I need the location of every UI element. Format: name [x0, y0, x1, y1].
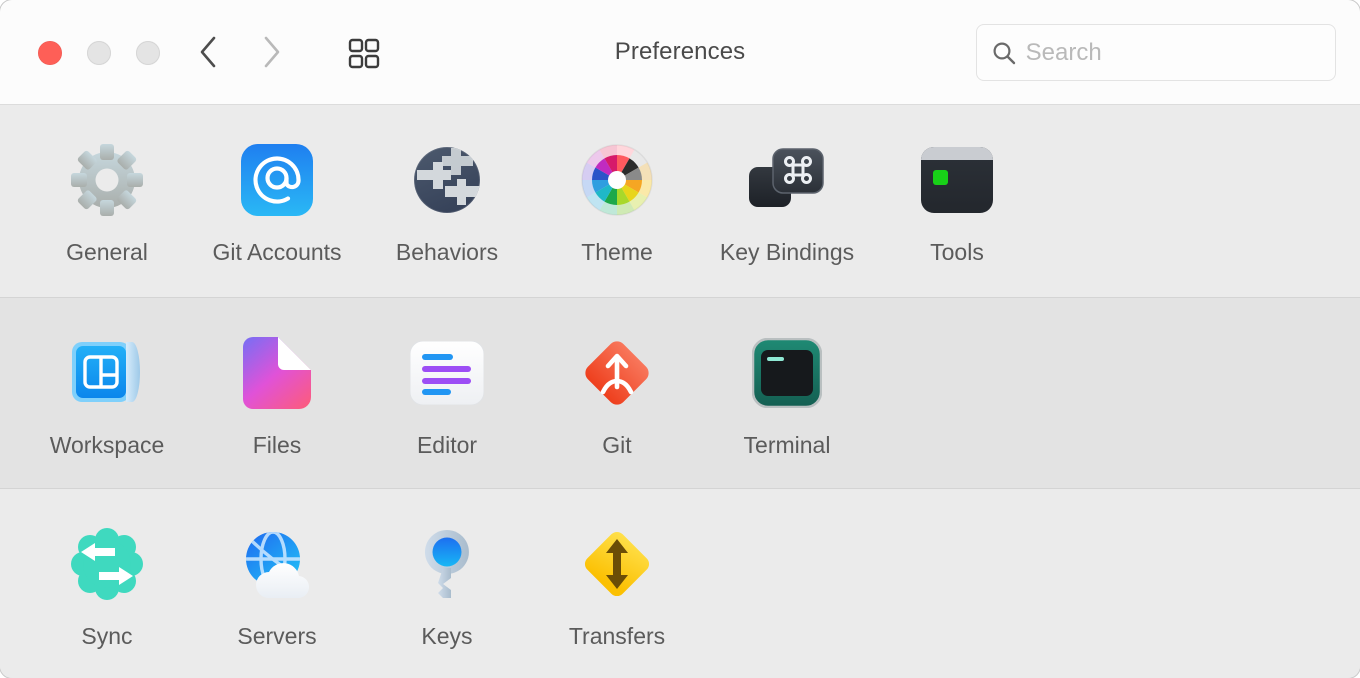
pref-item-git[interactable]: Git: [532, 330, 702, 459]
pref-item-sync[interactable]: Sync: [22, 521, 192, 650]
key-icon: [404, 521, 490, 607]
pref-item-label: General: [66, 239, 148, 265]
at-sign-icon: [234, 137, 320, 223]
pref-item-label: Tools: [930, 239, 984, 265]
pref-item-label: Theme: [581, 239, 653, 265]
pref-item-behaviors[interactable]: Behaviors: [362, 137, 532, 266]
pref-item-label: Workspace: [49, 432, 165, 458]
document-folded-icon: [234, 330, 320, 416]
pref-item-label: Transfers: [568, 623, 666, 649]
pref-item-label: Git Accounts: [212, 239, 342, 265]
pref-item-label: Behaviors: [395, 239, 499, 265]
pref-item-label: Files: [252, 432, 302, 458]
git-merge-diamond-icon: [574, 330, 660, 416]
pref-item-label: Servers: [237, 623, 317, 649]
pref-item-key-bindings[interactable]: Key Bindings: [702, 137, 872, 266]
sync-arrows-icon: [64, 521, 150, 607]
pref-item-servers[interactable]: Servers: [192, 521, 362, 650]
transfers-diamond-icon: [574, 521, 660, 607]
pref-item-editor[interactable]: Editor: [362, 330, 532, 459]
blueprint-layout-icon: [64, 330, 150, 416]
pref-item-label: Keys: [421, 623, 473, 649]
preferences-window: Preferences Search General Git Accounts …: [0, 0, 1360, 678]
preferences-row-2: Workspace Files Editor Git Terminal: [0, 297, 1360, 489]
pref-item-files[interactable]: Files: [192, 330, 362, 459]
search-icon: [991, 38, 1018, 68]
text-lines-icon: [404, 330, 490, 416]
pref-item-label: Terminal: [743, 432, 831, 458]
globe-gears-icon: [404, 137, 490, 223]
pref-item-general[interactable]: General: [22, 137, 192, 266]
pref-item-label: Editor: [416, 432, 478, 458]
preferences-row-1: General Git Accounts Behaviors Theme Key…: [0, 105, 1360, 297]
pref-item-keys[interactable]: Keys: [362, 521, 532, 650]
pref-item-terminal[interactable]: Terminal: [702, 330, 872, 459]
color-wheel-icon: [574, 137, 660, 223]
keyboard-command-icon: [744, 137, 830, 223]
search-input[interactable]: [1023, 37, 1321, 68]
pref-item-label: Key Bindings: [719, 239, 855, 265]
pref-item-git-accounts[interactable]: Git Accounts: [192, 137, 362, 266]
tools-terminal-icon: [914, 137, 1000, 223]
pref-item-theme[interactable]: Theme: [532, 137, 702, 266]
search-field[interactable]: [976, 24, 1336, 81]
pref-item-workspace[interactable]: Workspace: [22, 330, 192, 459]
globe-cloud-icon: [234, 521, 320, 607]
pref-item-transfers[interactable]: Transfers: [532, 521, 702, 650]
preferences-row-3: Sync Servers Keys Transfers: [0, 489, 1360, 678]
titlebar: Preferences: [0, 0, 1360, 105]
terminal-window-icon: [744, 330, 830, 416]
pref-item-label: Sync: [81, 623, 133, 649]
pref-item-label: Git: [602, 432, 632, 458]
pref-item-tools[interactable]: Tools: [872, 137, 1042, 266]
gear-icon: [64, 137, 150, 223]
